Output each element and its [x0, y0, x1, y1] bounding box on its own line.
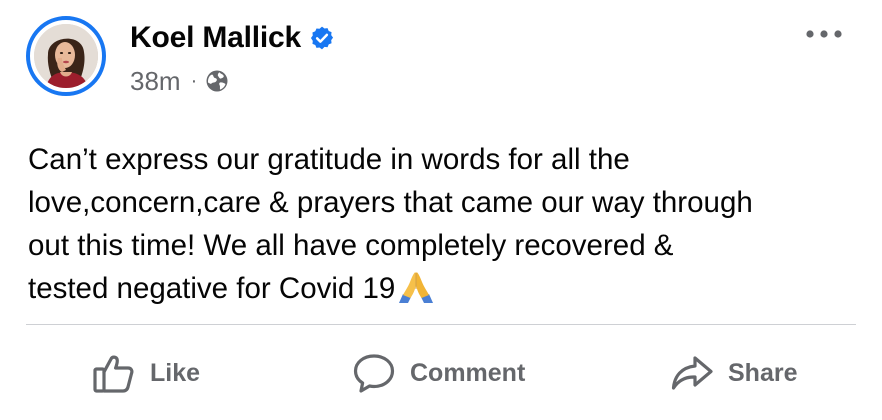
like-button[interactable]: Like	[92, 340, 200, 406]
post-text-line: love,concern,care & prayers that came ou…	[28, 186, 753, 219]
post-text-last-line: tested negative for Covid 19	[28, 267, 868, 310]
comment-label: Comment	[410, 358, 526, 387]
post-divider	[26, 324, 856, 325]
thumbs-up-icon	[93, 355, 134, 393]
share-label: Share	[728, 358, 798, 387]
post-text-line: Can’t express our gratitude in words for…	[28, 143, 630, 176]
avatar[interactable]	[34, 24, 98, 88]
meta-separator: ·	[190, 70, 198, 92]
post-action-bar: Like Comment Share	[26, 340, 856, 406]
globe-icon[interactable]	[205, 69, 229, 93]
author-row: Koel Mallick	[130, 18, 335, 58]
share-arrow-icon	[671, 356, 713, 390]
feed-post: Koel Mallick 38m · Can’t express our gra…	[0, 0, 882, 420]
post-text-line: tested negative for Covid 19	[28, 272, 396, 305]
avatar-story-ring[interactable]	[26, 16, 106, 96]
more-options-button[interactable]	[800, 20, 848, 48]
verified-badge-icon	[309, 25, 335, 51]
comment-button[interactable]: Comment	[352, 340, 525, 406]
avatar-image	[34, 24, 98, 88]
post-meta: 38m ·	[130, 64, 229, 98]
more-horizontal-icon	[806, 30, 842, 38]
comment-bubble-icon	[353, 354, 395, 393]
post-message: Can’t express our gratitude in words for…	[28, 138, 868, 310]
author-name[interactable]: Koel Mallick	[130, 21, 301, 55]
folded-hands-emoji-icon	[397, 269, 435, 303]
post-text-line: out this time! We all have completely re…	[28, 229, 674, 262]
share-button[interactable]: Share	[670, 340, 797, 406]
like-label: Like	[150, 358, 201, 387]
post-timestamp[interactable]: 38m	[130, 66, 181, 97]
